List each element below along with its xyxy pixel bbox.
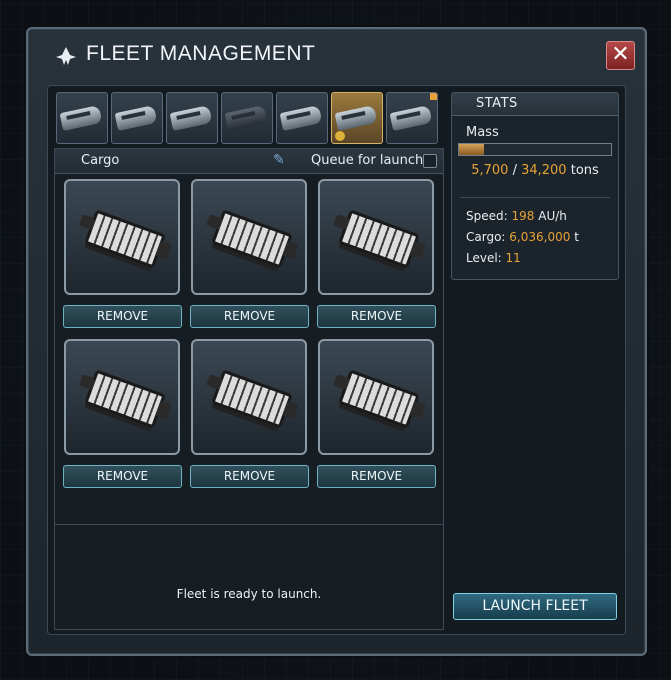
remove-button-5[interactable]: REMOVE: [190, 465, 309, 488]
cargo-stat-unit: t: [574, 230, 579, 244]
cargo-slot-1[interactable]: [64, 179, 180, 295]
stats-title: STATS: [476, 96, 518, 111]
ship-icon: [334, 105, 378, 131]
cargo-stat-value: 6,036,000: [509, 230, 571, 244]
stats-header: STATS: [452, 93, 618, 116]
launch-fleet-button[interactable]: LAUNCH FLEET: [453, 593, 617, 620]
wrench-badge-icon: [335, 131, 345, 141]
ship-tab-7[interactable]: [386, 92, 438, 144]
cargo-header: Cargo ✎ Queue for launch: [55, 149, 443, 174]
cargo-ship-icon: [211, 209, 293, 269]
queue-for-launch-label: Queue for launch: [311, 153, 424, 168]
remove-button-3[interactable]: REMOVE: [317, 305, 436, 328]
cargo-ship-icon: [338, 369, 420, 429]
window-title: FLEET MANAGEMENT: [86, 42, 316, 65]
mass-max: 34,200: [521, 163, 567, 178]
mass-current: 5,700: [471, 163, 509, 178]
cargo-slot-3[interactable]: [318, 179, 434, 295]
cargo-stat-label: Cargo:: [466, 230, 506, 244]
speed-label: Speed:: [466, 209, 508, 223]
stats-panel: STATS Mass 5,700 / 34,200 tons Speed: 19…: [451, 92, 619, 280]
ship-tab-4[interactable]: [221, 92, 273, 144]
level-label: Level:: [466, 251, 502, 265]
ship-tab-6[interactable]: [331, 92, 383, 144]
cargo-slot-2[interactable]: [191, 179, 307, 295]
level-value: 11: [505, 251, 521, 265]
fleet-icon: [56, 47, 76, 65]
ship-icon: [389, 105, 433, 131]
title-bar: FLEET MANAGEMENT ✕: [28, 29, 645, 81]
cargo-slot-5[interactable]: [191, 339, 307, 455]
cargo-ship-icon: [84, 369, 166, 429]
mass-value: 5,700 / 34,200 tons: [452, 163, 618, 178]
cargo-panel: Cargo ✎ Queue for launch REMOVE REMOVE R…: [54, 148, 444, 630]
ship-icon: [224, 105, 268, 131]
content-area: Cargo ✎ Queue for launch REMOVE REMOVE R…: [47, 85, 626, 635]
speed-unit: AU/h: [538, 209, 567, 223]
mass-label: Mass: [466, 125, 499, 140]
status-message: Fleet is ready to launch.: [176, 587, 322, 601]
cargo-slot-4[interactable]: [64, 339, 180, 455]
ship-tab-3[interactable]: [166, 92, 218, 144]
close-button[interactable]: ✕: [606, 41, 635, 70]
cargo-ship-icon: [84, 209, 166, 269]
cargo-ship-icon: [211, 369, 293, 429]
level-stat: Level: 11: [466, 251, 521, 265]
mass-separator: /: [512, 163, 522, 178]
new-marker-icon: [430, 93, 437, 100]
mass-unit: tons: [570, 163, 599, 178]
ship-icon: [59, 105, 103, 131]
mass-bar: [458, 143, 612, 156]
divider: [460, 197, 610, 198]
ship-icon: [279, 105, 323, 131]
remove-button-2[interactable]: REMOVE: [190, 305, 309, 328]
ship-icon: [169, 105, 213, 131]
divider: [55, 524, 443, 525]
queue-for-launch-checkbox[interactable]: [423, 154, 437, 168]
cargo-ship-icon: [338, 209, 420, 269]
ship-tab-1[interactable]: [56, 92, 108, 144]
fleet-management-window: FLEET MANAGEMENT ✕ Cargo ✎ Queue for lau…: [26, 27, 647, 656]
ship-tab-2[interactable]: [111, 92, 163, 144]
remove-button-6[interactable]: REMOVE: [317, 465, 436, 488]
remove-button-1[interactable]: REMOVE: [63, 305, 182, 328]
cargo-slot-6[interactable]: [318, 339, 434, 455]
cargo-title: Cargo: [81, 153, 120, 168]
cargo-stat: Cargo: 6,036,000 t: [466, 230, 579, 244]
ship-icon: [114, 105, 158, 131]
remove-button-4[interactable]: REMOVE: [63, 465, 182, 488]
ship-tab-5[interactable]: [276, 92, 328, 144]
mass-bar-fill: [459, 144, 485, 155]
speed-stat: Speed: 198 AU/h: [466, 209, 567, 223]
pencil-icon[interactable]: ✎: [273, 152, 287, 168]
speed-value: 198: [511, 209, 535, 223]
close-icon: ✕: [611, 42, 630, 67]
